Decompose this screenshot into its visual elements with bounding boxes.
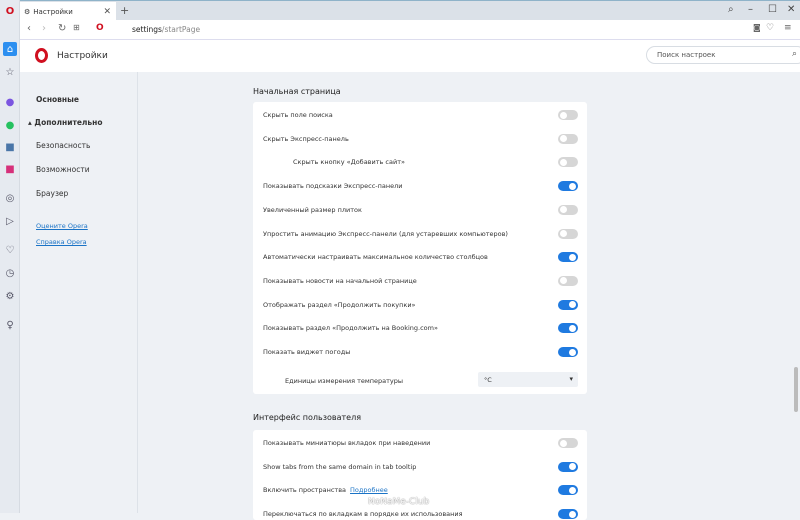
home-icon[interactable]: ⌂ (3, 42, 17, 56)
address-bar: ‹ › ↻ ⊞ O settings/startPage ◙ ♡ ≡ (20, 20, 800, 40)
close-tab-icon[interactable]: ✕ (103, 7, 111, 17)
minimize-button[interactable]: – (748, 4, 753, 15)
player-icon[interactable]: ◎ (3, 191, 17, 205)
setting-toggle[interactable] (558, 252, 578, 263)
new-tab-button[interactable]: + (120, 4, 129, 17)
setting-label: Скрыть поле поиска (263, 111, 333, 119)
nav-features[interactable]: Возможности (36, 165, 90, 174)
nav-security[interactable]: Безопасность (36, 141, 90, 150)
start-page-card: Скрыть поле поиска Скрыть Экспресс-панель… (253, 102, 587, 394)
page-title: Настройки (57, 51, 108, 61)
sidebar: O ⌂ ☆ ● ● ■ ■ ◎ ▷ ♡ ◷ ⚙ ♀ (0, 0, 20, 513)
tabs-grid-icon[interactable]: ⊞ (73, 23, 80, 32)
bookmark-heart-icon[interactable]: ♡ (766, 23, 774, 33)
opera-site-icon: O (96, 23, 104, 33)
section-title-ui: Интерфейс пользователя (253, 413, 362, 422)
opera-logo (35, 48, 48, 63)
setting-label: Переключаться по вкладкам в порядке их и… (263, 510, 463, 519)
search-tabs-icon[interactable]: ⌕ (728, 4, 734, 15)
opera-help-link[interactable]: Справка Opera (36, 238, 87, 246)
vk-icon[interactable]: ■ (3, 140, 17, 154)
setting-toggle[interactable] (558, 110, 578, 120)
close-window-button[interactable]: ✕ (787, 4, 795, 15)
setting-toggle[interactable] (558, 438, 578, 448)
scrollbar[interactable] (794, 72, 799, 513)
gear-icon: ⚙ (24, 7, 31, 16)
forward-button[interactable]: › (42, 23, 46, 34)
whatsapp-icon[interactable]: ● (3, 118, 17, 132)
setting-toggle[interactable] (558, 275, 578, 286)
back-button[interactable]: ‹ (27, 23, 31, 34)
setting-toggle[interactable] (558, 181, 578, 192)
opera-menu-icon[interactable]: O (3, 4, 17, 18)
tab-bar: ⚙ Настройки ✕ + ⌕ – ☐ ✕ (20, 0, 800, 21)
easy-setup-icon[interactable]: ≡ (784, 23, 792, 33)
temperature-units-select[interactable]: °C (478, 372, 578, 387)
setting-label: Скрыть Экспресс-панель (263, 134, 349, 143)
setting-toggle[interactable] (558, 485, 578, 496)
setting-label: Упростить анимацию Экспресс-панели (для … (263, 229, 508, 238)
setting-label: Включить пространства Подробнее (263, 486, 388, 495)
setting-toggle[interactable] (558, 323, 578, 334)
settings-header: Настройки Поиск настроек ⌕ (20, 40, 800, 72)
setting-label: Отображать раздел «Продолжить покупки» (263, 300, 416, 309)
send-icon[interactable]: ▷ (3, 214, 17, 228)
setting-label: Скрыть кнопку «Добавить сайт» (293, 158, 405, 167)
more-info-link[interactable]: Подробнее (350, 486, 388, 494)
setting-label: Автоматически настраивать максимальное к… (263, 253, 488, 262)
setting-label: Показывать раздел «Продолжить на Booking… (263, 324, 438, 333)
setting-toggle[interactable] (558, 461, 578, 472)
settings-icon[interactable]: ⚙ (3, 289, 17, 303)
section-title-start-page: Начальная страница (253, 87, 341, 96)
temperature-units-label: Единицы измерения температуры (285, 377, 404, 385)
speed-dial-icon[interactable]: ☆ (3, 65, 17, 79)
nav-browser[interactable]: Браузер (36, 189, 68, 198)
setting-toggle[interactable] (558, 347, 578, 357)
setting-toggle[interactable] (558, 228, 578, 239)
watermark: NoNaMe-Club (368, 497, 430, 507)
setting-label: Показывать миниатюры вкладок при наведен… (263, 439, 431, 447)
setting-label: Показывать новости на начальной странице (263, 276, 417, 285)
nav-advanced[interactable]: ▴ Дополнительно (28, 118, 103, 127)
settings-nav: Основные ▴ Дополнительно Безопасность Во… (20, 72, 138, 513)
setting-toggle[interactable] (558, 157, 578, 168)
setting-toggle[interactable] (558, 509, 578, 520)
setting-toggle[interactable] (558, 133, 578, 144)
settings-search-input[interactable]: Поиск настроек ⌕ (646, 46, 800, 64)
url-field[interactable]: settings/startPage (132, 25, 200, 34)
setting-label: Показать виджет погоды (263, 348, 351, 356)
instagram-icon[interactable]: ■ (3, 162, 17, 176)
setting-label: Показывать подсказки Экспресс-панели (263, 182, 403, 191)
rate-opera-link[interactable]: Оцените Opera (36, 222, 88, 230)
setting-toggle[interactable] (558, 204, 578, 215)
snapshot-icon[interactable]: ◙ (753, 23, 761, 32)
messenger-icon[interactable]: ● (3, 95, 17, 109)
setting-toggle[interactable] (558, 299, 578, 310)
reload-button[interactable]: ↻ (58, 23, 66, 34)
tab-title: Настройки (33, 7, 73, 16)
tips-icon[interactable]: ♀ (3, 318, 17, 332)
search-icon: ⌕ (791, 49, 797, 59)
nav-basic[interactable]: Основные (36, 95, 79, 104)
heart-icon[interactable]: ♡ (3, 243, 17, 257)
maximize-button[interactable]: ☐ (768, 4, 777, 15)
setting-label: Show tabs from the same domain in tab to… (263, 462, 417, 471)
history-icon[interactable]: ◷ (3, 266, 17, 280)
tab-settings[interactable]: ⚙ Настройки ✕ (20, 2, 116, 21)
setting-label: Увеличенный размер плиток (263, 205, 362, 214)
scrollbar-thumb[interactable] (794, 367, 798, 412)
